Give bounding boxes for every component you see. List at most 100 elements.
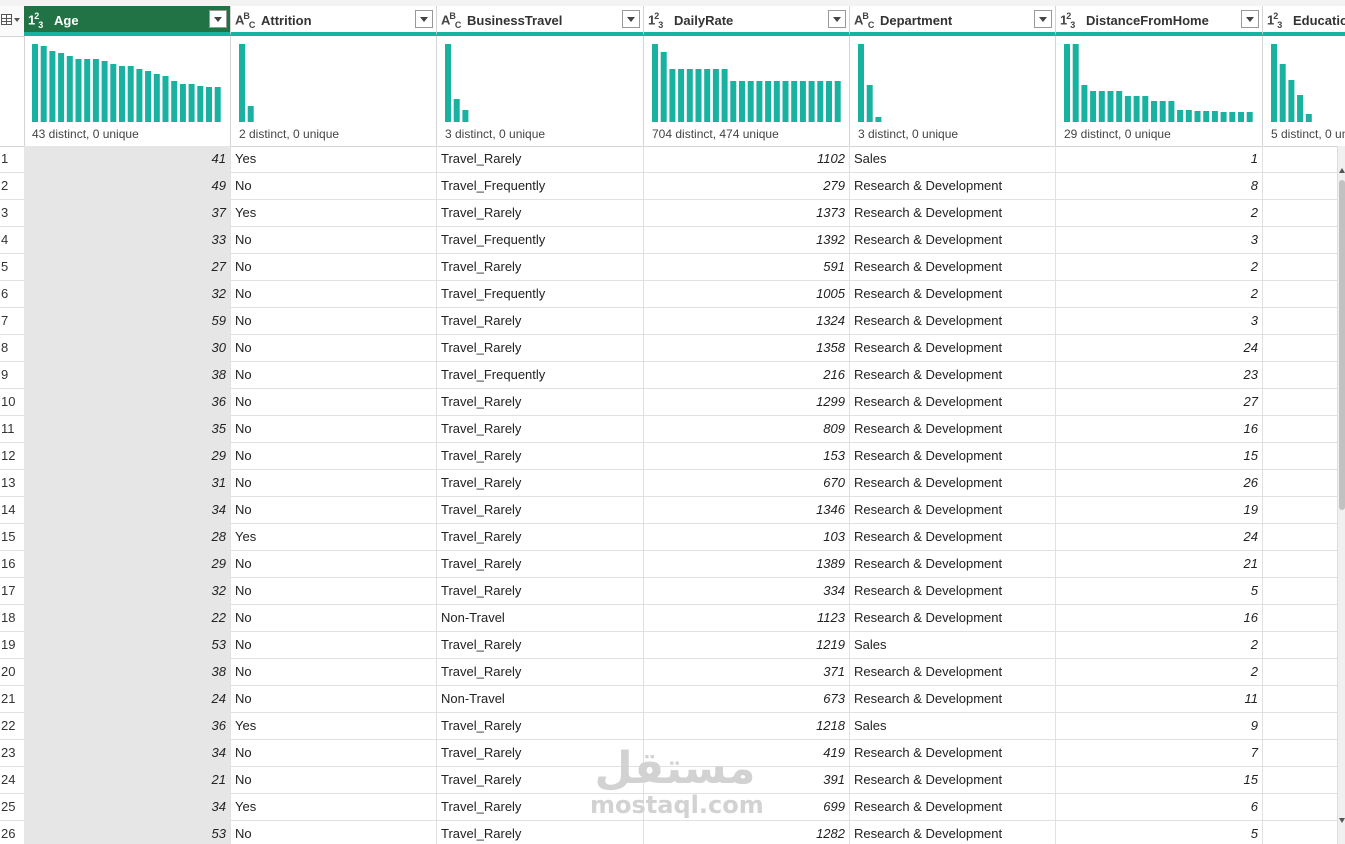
number-type-icon[interactable]: 123 [648, 11, 663, 30]
cell-businesstravel[interactable]: Travel_Rarely [437, 389, 644, 416]
row-number[interactable]: 3 [0, 200, 24, 227]
cell-dailyrate[interactable]: 334 [644, 578, 850, 605]
cell-educationfield[interactable] [1263, 335, 1345, 362]
cell-dailyrate[interactable]: 1389 [644, 551, 850, 578]
cell-department[interactable]: Research & Development [850, 335, 1056, 362]
cell-distancefromhome[interactable]: 2 [1056, 200, 1263, 227]
cell-dailyrate[interactable]: 1373 [644, 200, 850, 227]
table-row[interactable]: 14 34 No Travel_Rarely 1346 Research & Develo… [0, 497, 1345, 524]
cell-dailyrate[interactable]: 1218 [644, 713, 850, 740]
cell-distancefromhome[interactable]: 26 [1056, 470, 1263, 497]
histogram-bar[interactable] [171, 81, 178, 122]
cell-businesstravel[interactable]: Travel_Rarely [437, 632, 644, 659]
cell-dailyrate[interactable]: 1392 [644, 227, 850, 254]
cell-attrition[interactable]: No [231, 659, 437, 686]
row-number[interactable]: 14 [0, 497, 24, 524]
histogram-bar[interactable] [162, 76, 169, 122]
cell-educationfield[interactable] [1263, 821, 1345, 844]
table-row[interactable]: 1 41 Yes Travel_Rarely 1102 Sales 1 [0, 146, 1345, 173]
cell-age[interactable]: 30 [24, 335, 231, 362]
cell-educationfield[interactable] [1263, 443, 1345, 470]
cell-department[interactable]: Sales [850, 632, 1056, 659]
cell-distancefromhome[interactable]: 5 [1056, 578, 1263, 605]
cell-distancefromhome[interactable]: 21 [1056, 551, 1263, 578]
cell-attrition[interactable]: Yes [231, 794, 437, 821]
histogram-bar[interactable] [730, 81, 737, 122]
cell-dailyrate[interactable]: 1299 [644, 389, 850, 416]
cell-attrition[interactable]: No [231, 605, 437, 632]
cell-businesstravel[interactable]: Travel_Rarely [437, 821, 644, 844]
cell-department[interactable]: Research & Development [850, 200, 1056, 227]
table-row[interactable]: 26 53 No Travel_Rarely 1282 Research & Develo… [0, 821, 1345, 844]
histogram-bar[interactable] [817, 81, 824, 122]
cell-businesstravel[interactable]: Travel_Rarely [437, 767, 644, 794]
cell-distancefromhome[interactable]: 24 [1056, 335, 1263, 362]
cell-attrition[interactable]: Yes [231, 200, 437, 227]
cell-distancefromhome[interactable]: 15 [1056, 767, 1263, 794]
cell-attrition[interactable]: No [231, 173, 437, 200]
histogram-bar[interactable] [858, 44, 864, 122]
histogram-bar[interactable] [747, 81, 754, 122]
histogram-bar[interactable] [58, 53, 65, 122]
cell-age[interactable]: 53 [24, 632, 231, 659]
table-row[interactable]: 17 32 No Travel_Rarely 334 Research & Develop… [0, 578, 1345, 605]
cell-educationfield[interactable] [1263, 794, 1345, 821]
row-number[interactable]: 12 [0, 443, 24, 470]
cell-dailyrate[interactable]: 1346 [644, 497, 850, 524]
cell-attrition[interactable]: Yes [231, 524, 437, 551]
histogram-bar[interactable] [1133, 96, 1140, 122]
histogram-bar[interactable] [1297, 95, 1304, 122]
cell-distancefromhome[interactable]: 2 [1056, 659, 1263, 686]
histogram-bar[interactable] [1081, 85, 1088, 122]
table-row[interactable]: 12 29 No Travel_Rarely 153 Research & Develop… [0, 443, 1345, 470]
cell-businesstravel[interactable]: Travel_Rarely [437, 740, 644, 767]
histogram-bar[interactable] [1211, 111, 1218, 122]
cell-age[interactable]: 24 [24, 686, 231, 713]
cell-department[interactable]: Sales [850, 146, 1056, 173]
cell-dailyrate[interactable]: 1324 [644, 308, 850, 335]
number-type-icon[interactable]: 123 [1060, 11, 1075, 30]
histogram-bar[interactable] [1064, 44, 1070, 122]
cell-businesstravel[interactable]: Travel_Rarely [437, 713, 644, 740]
cell-age[interactable]: 33 [24, 227, 231, 254]
row-number[interactable]: 6 [0, 281, 24, 308]
cell-dailyrate[interactable]: 1219 [644, 632, 850, 659]
cell-attrition[interactable]: Yes [231, 146, 437, 173]
cell-distancefromhome[interactable]: 3 [1056, 227, 1263, 254]
cell-dailyrate[interactable]: 699 [644, 794, 850, 821]
cell-educationfield[interactable] [1263, 551, 1345, 578]
table-row[interactable]: 15 28 Yes Travel_Rarely 103 Research & Develo… [0, 524, 1345, 551]
cell-dailyrate[interactable]: 1123 [644, 605, 850, 632]
cell-educationfield[interactable] [1263, 416, 1345, 443]
cell-dailyrate[interactable]: 153 [644, 443, 850, 470]
histogram-bar[interactable] [660, 52, 667, 122]
table-row[interactable]: 4 33 No Travel_Frequently 1392 Research & Dev… [0, 227, 1345, 254]
table-row[interactable]: 9 38 No Travel_Frequently 216 Research & Deve… [0, 362, 1345, 389]
cell-dailyrate[interactable]: 419 [644, 740, 850, 767]
histogram-bar[interactable] [197, 86, 204, 122]
scroll-down-icon[interactable] [1339, 818, 1345, 823]
table-row[interactable]: 13 31 No Travel_Rarely 670 Research & Develop… [0, 470, 1345, 497]
table-row[interactable]: 21 24 No Non-Travel 673 Research & Developmen… [0, 686, 1345, 713]
histogram-bar[interactable] [1279, 64, 1286, 122]
cell-department[interactable]: Research & Development [850, 416, 1056, 443]
cell-department[interactable]: Research & Development [850, 794, 1056, 821]
cell-age[interactable]: 49 [24, 173, 231, 200]
text-type-icon[interactable]: ABC [854, 11, 874, 30]
histogram-bar[interactable] [179, 84, 186, 122]
cell-age[interactable]: 35 [24, 416, 231, 443]
histogram-bar[interactable] [826, 81, 832, 122]
cell-department[interactable]: Research & Development [850, 767, 1056, 794]
row-number[interactable]: 26 [0, 821, 24, 844]
row-number[interactable]: 23 [0, 740, 24, 767]
row-number[interactable]: 7 [0, 308, 24, 335]
number-type-icon[interactable]: 123 [1267, 11, 1282, 30]
row-number[interactable]: 9 [0, 362, 24, 389]
cell-attrition[interactable]: No [231, 821, 437, 844]
histogram-bar[interactable] [153, 74, 160, 122]
cell-educationfield[interactable] [1263, 578, 1345, 605]
cell-distancefromhome[interactable]: 5 [1056, 821, 1263, 844]
histogram-bar[interactable] [214, 87, 221, 122]
cell-department[interactable]: Research & Development [850, 443, 1056, 470]
cell-educationfield[interactable] [1263, 200, 1345, 227]
